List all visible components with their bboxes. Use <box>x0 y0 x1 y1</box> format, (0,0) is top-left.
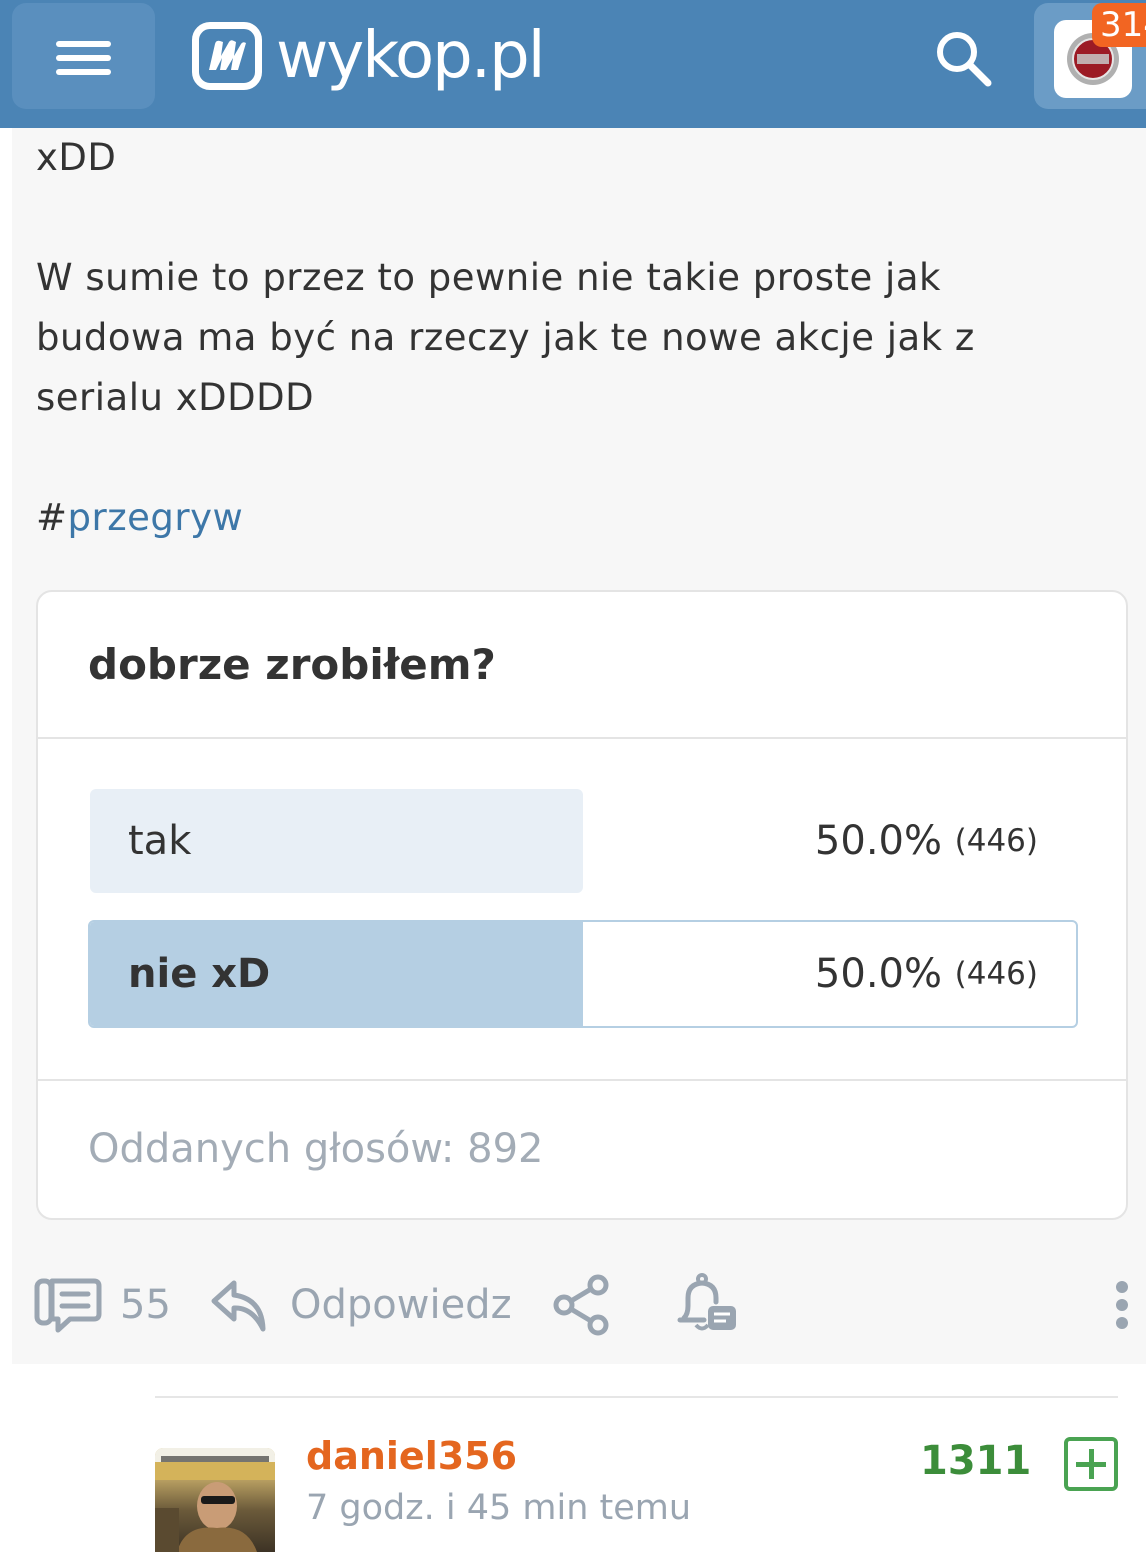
comments-icon <box>34 1278 102 1333</box>
divider <box>38 1079 1126 1081</box>
post-text-line: xDD <box>36 136 117 179</box>
bell-icon <box>677 1273 736 1331</box>
comments-button[interactable]: 55 <box>34 1270 171 1340</box>
post-body: xDD W sumie to przez to pewnie nie takie… <box>36 128 1046 548</box>
observe-notification-button[interactable] <box>674 1270 740 1340</box>
poll: dobrze zrobiłem? tak 50.0% (446) nie xD … <box>36 590 1128 1220</box>
post-text-paragraph: W sumie to przez to pewnie nie takie pro… <box>36 256 975 419</box>
wykop-logo[interactable]: wykop.pl <box>192 14 546 98</box>
hamburger-icon-line <box>56 69 111 75</box>
more-options-button[interactable] <box>1110 1270 1134 1340</box>
poll-option-count: (446) <box>954 823 1038 859</box>
poll-option-percent: 50.0% <box>814 951 942 997</box>
divider <box>155 1396 1118 1398</box>
tag-hash: # <box>36 496 68 539</box>
hamburger-icon <box>56 41 111 47</box>
poll-question: dobrze zrobiłem? <box>88 640 496 689</box>
poll-option-selected[interactable]: nie xD 50.0% (446) <box>88 920 1078 1028</box>
reply-icon <box>211 1280 266 1332</box>
comment-username[interactable]: daniel356 <box>306 1434 517 1478</box>
notification-badge[interactable]: 314 <box>1092 3 1146 47</box>
post-actions: 55 Odpowiedz <box>34 1270 1144 1340</box>
hamburger-icon-line <box>56 55 111 61</box>
search-icon <box>937 32 992 87</box>
upvote-plus-icon[interactable] <box>1064 1437 1118 1491</box>
share-button[interactable] <box>550 1270 614 1340</box>
poll-option-label: tak <box>128 818 192 864</box>
poll-option[interactable]: tak 50.0% (446) <box>88 787 1078 895</box>
wykop-logo-mark-icon <box>192 22 262 90</box>
post-tags: #przegryw <box>36 488 1046 548</box>
user-photo-icon <box>155 1448 275 1552</box>
search-button[interactable] <box>932 28 996 88</box>
poll-option-label: nie xD <box>128 951 271 997</box>
logo-text: wykop.pl <box>276 19 546 93</box>
more-vertical-icon <box>1116 1281 1128 1329</box>
reply-label: Odpowiedz <box>290 1282 512 1328</box>
poll-option-count: (446) <box>954 956 1038 992</box>
comment-avatar[interactable] <box>155 1448 275 1552</box>
share-icon <box>553 1274 609 1336</box>
top-navigation-bar: wykop.pl 314 <box>0 0 1146 128</box>
divider <box>38 737 1126 739</box>
comments-count: 55 <box>120 1282 171 1328</box>
poll-total-votes: Oddanych głosów: 892 <box>88 1126 544 1172</box>
poll-option-percent: 50.0% <box>814 818 942 864</box>
reply-button[interactable]: Odpowiedz <box>208 1270 512 1340</box>
menu-button[interactable] <box>12 3 155 109</box>
tag-link[interactable]: przegryw <box>68 496 244 539</box>
comment-timestamp: 7 godz. i 45 min temu <box>306 1488 692 1528</box>
comment-score: 1311 <box>920 1438 1032 1484</box>
